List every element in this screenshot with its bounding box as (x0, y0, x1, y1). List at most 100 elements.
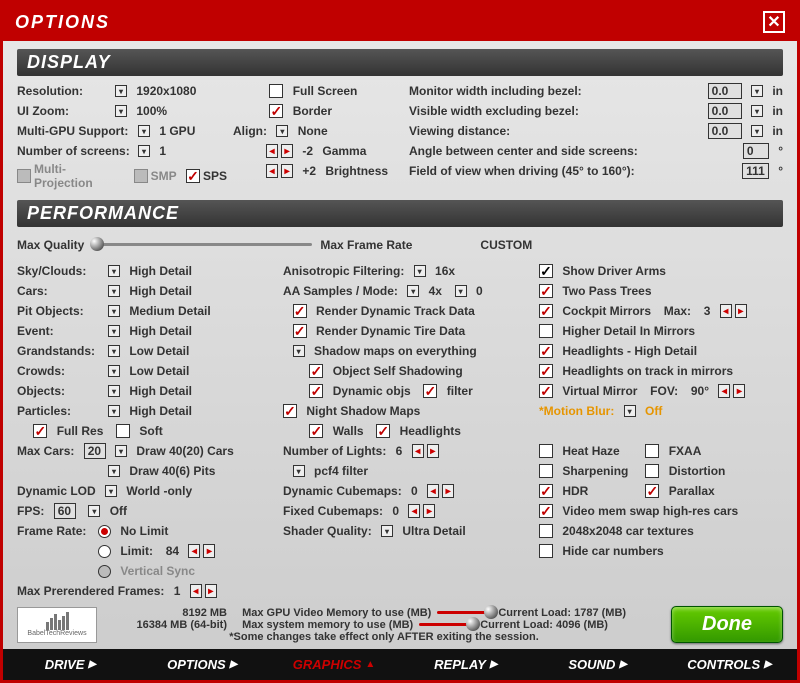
dynlod-dd[interactable]: ▾ (105, 485, 117, 497)
virtfov-up[interactable] (733, 384, 745, 398)
nightshadow-cb[interactable] (283, 404, 297, 418)
heathaze-label: Heat Haze (562, 444, 642, 458)
sharpen-cb[interactable] (539, 464, 553, 478)
numlights-up[interactable] (427, 444, 439, 458)
headtrack-cb[interactable] (539, 364, 553, 378)
gpu-mem-slider[interactable] (437, 611, 492, 614)
tab-controls[interactable]: CONTROLS▶ (664, 651, 795, 678)
fullscreen-checkbox[interactable] (269, 84, 283, 98)
fov-value[interactable]: 111 (742, 163, 769, 179)
soft-checkbox[interactable] (116, 424, 130, 438)
distortion-cb[interactable] (645, 464, 659, 478)
limit-down[interactable] (188, 544, 200, 558)
gamma-down[interactable] (266, 144, 278, 158)
multigpu-dropdown[interactable]: ▾ (138, 125, 150, 137)
numlights-value: 6 (396, 444, 403, 458)
vis-width-unit-dd[interactable]: ▾ (751, 105, 763, 117)
prerender-down[interactable] (190, 584, 202, 598)
crowds-dd[interactable]: ▾ (108, 365, 120, 377)
tab-graphics[interactable]: GRAPHICS▲ (269, 651, 400, 678)
bright-up[interactable] (281, 164, 293, 178)
dynobjs-label: Dynamic objs (333, 384, 411, 398)
cockpit-up[interactable] (735, 304, 747, 318)
framerate-limit-radio[interactable] (98, 545, 111, 558)
screens-dropdown[interactable]: ▾ (138, 145, 150, 157)
dyncube-down[interactable] (427, 484, 439, 498)
higherdetail-cb[interactable] (539, 324, 553, 338)
headlightshd-cb[interactable] (539, 344, 553, 358)
cars-dd[interactable]: ▾ (108, 285, 120, 297)
sps-label: SPS (203, 169, 227, 183)
drawcars-dd[interactable]: ▾ (115, 445, 127, 457)
vis-width-value[interactable]: 0.0 (708, 103, 742, 119)
dyncube-up[interactable] (442, 484, 454, 498)
virtfov-down[interactable] (718, 384, 730, 398)
twopass-cb[interactable] (539, 284, 553, 298)
motionblur-dd[interactable]: ▾ (624, 405, 636, 417)
angle-value[interactable]: 0 (743, 143, 769, 159)
mon-width-unit-dd[interactable]: ▾ (751, 85, 763, 97)
hdr-cb[interactable] (539, 484, 553, 498)
sys-mem-slider[interactable] (419, 623, 474, 626)
sky-dd[interactable]: ▾ (108, 265, 120, 277)
tab-replay[interactable]: REPLAY▶ (400, 651, 531, 678)
sys-mem-load: Current Load: 4096 (MB) (480, 619, 608, 631)
objects-dd[interactable]: ▾ (108, 385, 120, 397)
aa-m-dd[interactable]: ▾ (455, 285, 467, 297)
pit-dd[interactable]: ▾ (108, 305, 120, 317)
prerender-up[interactable] (205, 584, 217, 598)
done-button[interactable]: Done (671, 606, 783, 643)
cockpit-down[interactable] (720, 304, 732, 318)
cartex-cb[interactable] (539, 524, 553, 538)
headlights-cb[interactable] (376, 424, 390, 438)
fixedcube-up[interactable] (423, 504, 435, 518)
drawpits-dd[interactable]: ▾ (108, 465, 120, 477)
view-dist-value[interactable]: 0.0 (708, 123, 742, 139)
heathaze-cb[interactable] (539, 444, 553, 458)
sps-checkbox[interactable] (186, 169, 200, 183)
dynobjs-cb[interactable] (309, 384, 323, 398)
hidecar-cb[interactable] (539, 544, 553, 558)
filter-cb[interactable] (423, 384, 437, 398)
rdtrack-cb[interactable] (293, 304, 307, 318)
pcf4-dd[interactable]: ▾ (293, 465, 305, 477)
grand-dd[interactable]: ▾ (108, 345, 120, 357)
bright-down[interactable] (266, 164, 278, 178)
shadowmaps-dd[interactable]: ▾ (293, 345, 305, 357)
tab-sound[interactable]: SOUND▶ (532, 651, 663, 678)
fullres-checkbox[interactable] (33, 424, 47, 438)
vidswap-cb[interactable] (539, 504, 553, 518)
mon-width-value[interactable]: 0.0 (708, 83, 742, 99)
numlights-down[interactable] (412, 444, 424, 458)
resolution-dropdown[interactable]: ▾ (115, 85, 127, 97)
cockpit-cb[interactable] (539, 304, 553, 318)
vis-width-label: Visible width excluding bezel: (409, 104, 705, 118)
uizoom-dropdown[interactable]: ▾ (115, 105, 127, 117)
tab-drive[interactable]: DRIVE▶ (5, 651, 136, 678)
fxaa-cb[interactable] (645, 444, 659, 458)
fps-off-dd[interactable]: ▾ (88, 505, 100, 517)
event-dd[interactable]: ▾ (108, 325, 120, 337)
framerate-nolimit-radio[interactable] (98, 525, 111, 538)
fixedcube-down[interactable] (408, 504, 420, 518)
driverarms-cb[interactable] (539, 264, 553, 278)
align-dropdown[interactable]: ▾ (276, 125, 288, 137)
parallax-cb[interactable] (645, 484, 659, 498)
rdtire-cb[interactable] (293, 324, 307, 338)
quality-slider[interactable] (92, 243, 312, 246)
tab-options[interactable]: OPTIONS▶ (137, 651, 268, 678)
gamma-up[interactable] (281, 144, 293, 158)
border-checkbox[interactable] (269, 104, 283, 118)
limit-up[interactable] (203, 544, 215, 558)
aa-s-dd[interactable]: ▾ (407, 285, 419, 297)
close-button[interactable]: ✕ (763, 11, 785, 33)
view-dist-unit-dd[interactable]: ▾ (751, 125, 763, 137)
aniso-dd[interactable]: ▾ (414, 265, 426, 277)
objself-cb[interactable] (309, 364, 323, 378)
shaderq-dd[interactable]: ▾ (381, 525, 393, 537)
fps-value[interactable]: 60 (54, 503, 76, 519)
particles-dd[interactable]: ▾ (108, 405, 120, 417)
walls-cb[interactable] (309, 424, 323, 438)
maxcars-value[interactable]: 20 (84, 443, 106, 459)
virtmirror-cb[interactable] (539, 384, 553, 398)
